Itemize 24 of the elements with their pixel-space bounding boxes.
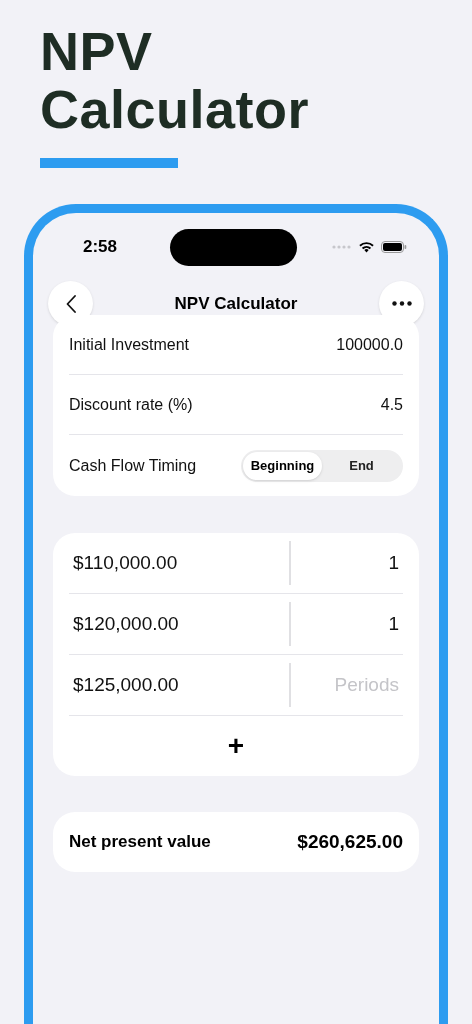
nav-title: NPV Calculator [174,292,298,315]
timing-option[interactable]: End [322,451,401,480]
setting-value[interactable]: 100000.0 [336,332,403,357]
more-icon [391,301,412,306]
periods-field[interactable]: Periods [291,670,403,700]
wifi-icon [358,241,375,253]
add-button[interactable]: + [227,732,245,760]
cash-flow-amount[interactable]: $120,000.00 [69,609,289,639]
signal-icon [332,245,352,249]
setting-label: Initial Investment [69,334,190,355]
cash-flow-amount[interactable]: $125,000.00 [69,670,289,700]
result-value: $260,625.00 [297,829,403,854]
cash-flow-amount[interactable]: $110,000.00 [69,548,289,578]
periods-field[interactable]: 1 [291,609,403,639]
result-label: Net present value [69,831,211,854]
battery-icon [381,241,407,253]
page-headline: NPV Calculator [40,22,311,138]
periods-field[interactable]: 1 [291,548,403,578]
status-time: 2:58 [82,236,118,259]
back-icon [65,294,76,313]
setting-label: Discount rate (%) [69,394,193,415]
timing-option[interactable]: Beginning [243,451,322,480]
setting-label: Cash Flow Timing [69,455,197,476]
setting-value[interactable]: 4.5 [380,392,403,417]
